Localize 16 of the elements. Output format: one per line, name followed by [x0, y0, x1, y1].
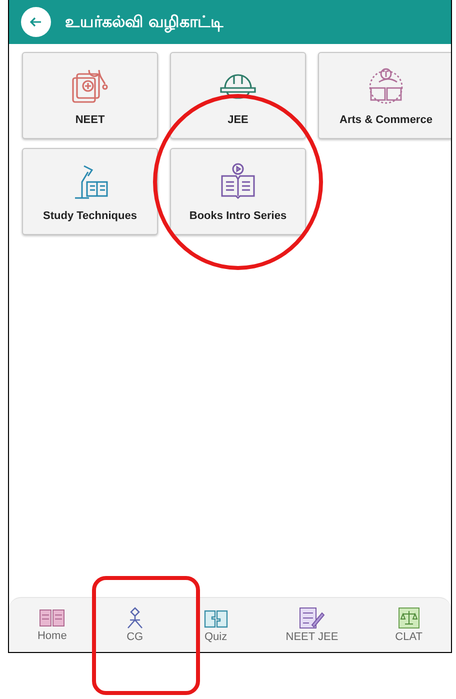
back-button[interactable]	[21, 7, 51, 37]
nav-tab[interactable]: CLAT	[389, 598, 428, 652]
category-tile[interactable]: Arts & Commerce	[318, 52, 451, 139]
nav-tab[interactable]: Home	[31, 598, 73, 652]
books-icon	[39, 608, 66, 628]
category-tile[interactable]: Books Intro Series	[170, 148, 306, 235]
back-arrow-icon	[30, 17, 42, 27]
checklist-pencil-icon	[298, 607, 326, 629]
category-tile[interactable]: JEE	[170, 52, 306, 139]
nav-tab[interactable]: Quiz	[196, 598, 235, 652]
nav-tab[interactable]: CG	[118, 598, 152, 652]
screen-title: உயர்கல்வி வழிகாட்டி	[65, 12, 224, 32]
nav-tab[interactable]: NEET JEE	[280, 598, 344, 652]
scales-icon	[398, 607, 420, 629]
category-tile[interactable]: Study Techniques	[22, 148, 158, 235]
category-tile[interactable]: NEET	[22, 52, 158, 139]
